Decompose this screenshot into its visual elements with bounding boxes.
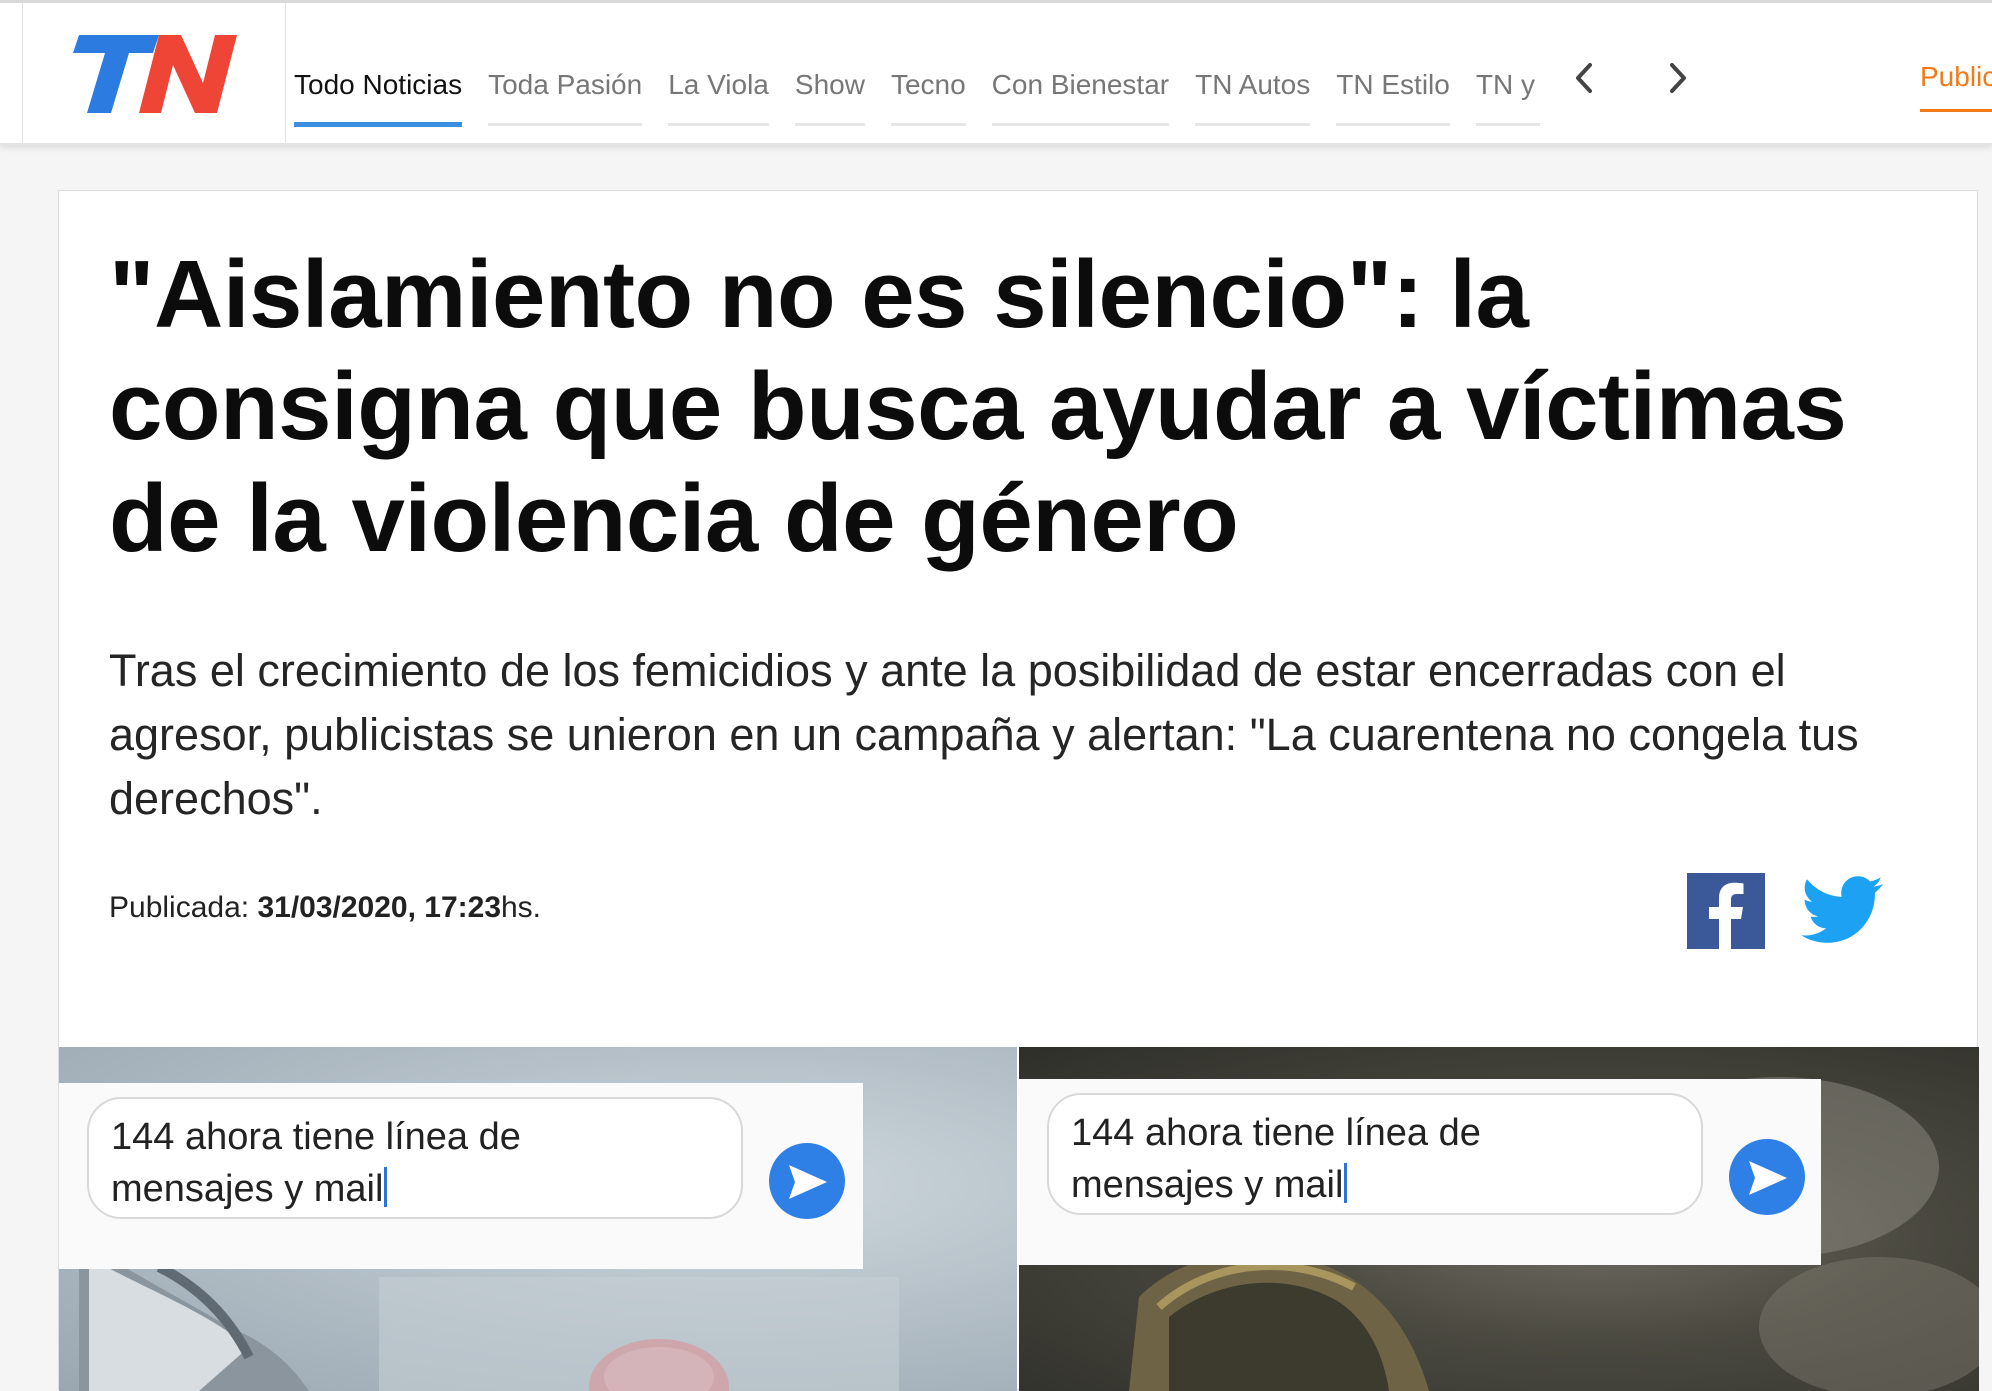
text-cursor: [384, 1167, 388, 1207]
tab-underline: [794, 123, 865, 126]
publication-date: Publicada: 31/03/2020, 17:23hs.: [109, 891, 541, 925]
tab-tn-autos[interactable]: TN Autos: [1195, 3, 1311, 131]
chevron-right-icon: [1670, 63, 1686, 93]
tab-tecno[interactable]: Tecno: [890, 3, 966, 131]
message-line-2: mensajes y mail: [111, 1168, 384, 1210]
tab-active-indicator: [294, 122, 463, 127]
tab-label: TN y la gente: [1475, 69, 1540, 100]
tab-label: Todo Noticias: [294, 69, 463, 100]
send-button[interactable]: [769, 1143, 845, 1219]
tab-label: Toda Pasión: [488, 69, 643, 100]
campaign-image-right: 144 ahora tiene línea de mensajes y mail: [1019, 1047, 1979, 1391]
tabs-scroll-left-button[interactable]: [1562, 53, 1606, 103]
share-facebook-button[interactable]: [1687, 873, 1765, 949]
tab-toda-pasion[interactable]: Toda Pasión: [488, 3, 643, 131]
share-twitter-button[interactable]: [1801, 875, 1885, 949]
twitter-icon: [1801, 876, 1883, 943]
tab-underline: [488, 123, 643, 126]
article-card: "Aislamiento no es silencio": la consign…: [58, 190, 1979, 1391]
publish-underline: [1920, 109, 1992, 112]
tab-tn-estilo[interactable]: TN Estilo: [1336, 3, 1450, 131]
campaign-image-left: 144 ahora tiene línea de mensajes y mail: [59, 1047, 1017, 1391]
message-line-1: 144 ahora tiene línea de: [1071, 1112, 1481, 1154]
message-input[interactable]: 144 ahora tiene línea de mensajes y mail: [1047, 1093, 1703, 1215]
message-input[interactable]: 144 ahora tiene línea de mensajes y mail: [87, 1097, 743, 1219]
top-navigation-bar: Todo Noticias Toda Pasión La Viola Show …: [0, 0, 1992, 145]
tab-con-bienestar[interactable]: Con Bienestar: [991, 3, 1170, 131]
send-arrow-icon: [789, 1165, 827, 1199]
tn-logo[interactable]: [22, 3, 286, 143]
article-headline: "Aislamiento no es silencio": la consign…: [109, 241, 1847, 572]
tab-show[interactable]: Show: [794, 3, 865, 131]
tab-underline: [1195, 123, 1311, 126]
tab-la-viola[interactable]: La Viola: [668, 3, 769, 131]
facebook-icon: [1709, 882, 1744, 949]
publish-link[interactable]: Publicá: [1920, 61, 1992, 93]
send-arrow-icon: [1749, 1161, 1787, 1195]
tab-underline: [668, 123, 769, 126]
message-line-1: 144 ahora tiene línea de: [111, 1116, 521, 1158]
message-composer: 144 ahora tiene línea de mensajes y mail: [59, 1083, 863, 1269]
section-tabs: Todo Noticias Toda Pasión La Viola Show …: [294, 3, 1540, 143]
tab-label: Con Bienestar: [991, 69, 1170, 100]
message-composer: 144 ahora tiene línea de mensajes y mail: [1019, 1079, 1821, 1265]
text-cursor: [1344, 1163, 1348, 1203]
tab-tn-y-la-gente[interactable]: TN y la gente: [1475, 3, 1540, 131]
chevron-left-icon: [1576, 63, 1592, 93]
tab-underline: [1336, 123, 1450, 126]
tabs-scroll-right-button[interactable]: [1656, 53, 1700, 103]
tab-label: Tecno: [890, 69, 966, 100]
tab-label: Show: [794, 69, 865, 100]
tab-underline: [890, 123, 966, 126]
tab-todo-noticias[interactable]: Todo Noticias: [294, 3, 463, 131]
tab-underline: [991, 123, 1170, 126]
published-label: Publicada:: [109, 891, 250, 924]
article-summary: Tras el crecimiento de los femicidios y …: [109, 645, 1859, 824]
tab-label: TN Estilo: [1336, 69, 1450, 100]
tab-label: La Viola: [668, 69, 769, 100]
tab-underline: [1475, 123, 1540, 126]
published-suffix: hs.: [501, 891, 542, 924]
tab-label: TN Autos: [1195, 69, 1311, 100]
published-datetime: 31/03/2020, 17:23: [257, 891, 501, 924]
message-line-2: mensajes y mail: [1071, 1164, 1344, 1206]
article-image: 144 ahora tiene línea de mensajes y mail: [59, 1047, 1979, 1391]
tn-logo-icon: [73, 35, 237, 113]
send-button[interactable]: [1729, 1139, 1805, 1215]
